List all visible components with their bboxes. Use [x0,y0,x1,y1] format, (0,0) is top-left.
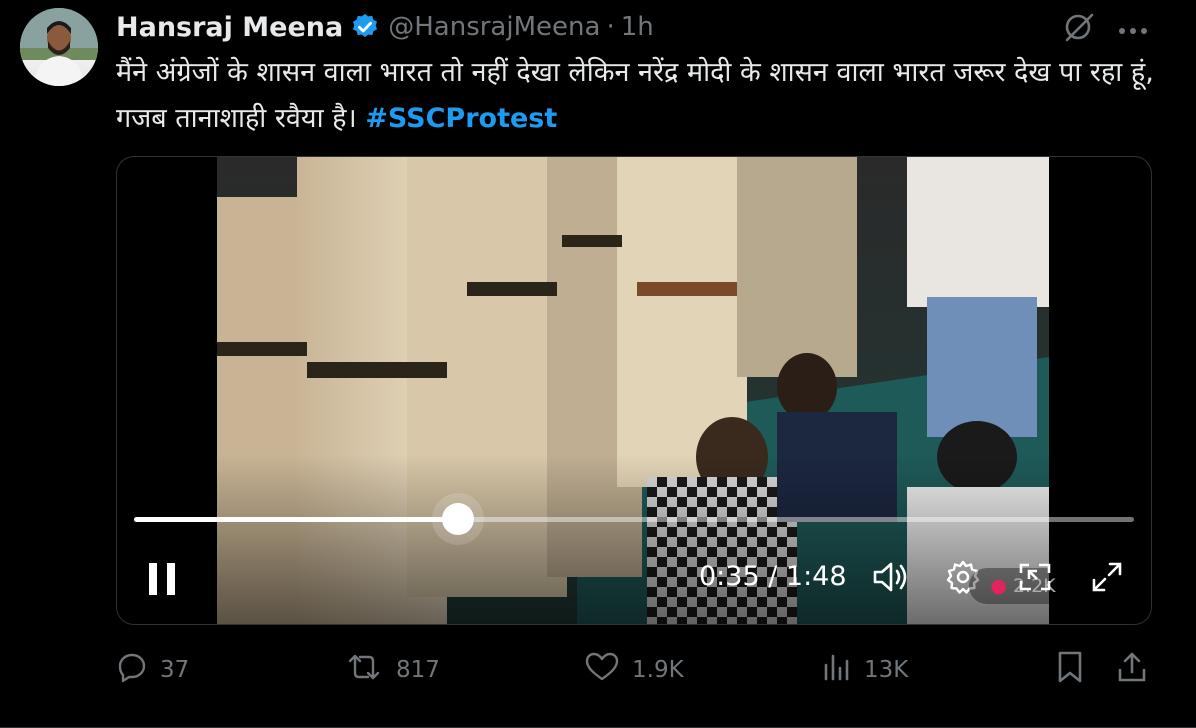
author-handle[interactable]: @HansrajMeena [388,12,600,42]
fullscreen-icon [1090,560,1124,598]
more-icon [1118,20,1148,39]
author-name[interactable]: Hansraj Meena [116,12,343,43]
video-timecode: 0:35 / 1:48 [699,561,847,592]
pause-icon [145,563,181,603]
grok-button[interactable] [1058,8,1100,50]
tweet-text: मैंने अंग्रेजों के शासन वाला भारत तो नही… [116,50,1156,142]
views-count: 13K [864,657,909,683]
volume-icon [872,560,910,598]
share-button[interactable] [1116,648,1148,692]
tweet-body: मैंने अंग्रेजों के शासन वाला भारत तो नही… [116,57,1154,134]
verified-badge-icon [350,12,380,42]
timestamp[interactable]: 1h [621,12,654,42]
fullscreen-button[interactable] [1087,559,1127,599]
reply-button[interactable]: 37 [116,648,189,692]
scrubber-handle[interactable] [442,503,474,535]
live-dot-icon: ● [990,575,1007,597]
pip-button[interactable] [1015,559,1055,599]
avatar[interactable] [20,8,98,86]
like-count: 1.9K [632,657,684,683]
video-scrubber[interactable] [134,503,1134,535]
bookmark-icon [1056,650,1084,690]
scrubber-progress [134,517,458,522]
views-icon [822,651,852,689]
separator-dot: · [606,12,615,42]
grok-icon [1062,10,1096,48]
video-player[interactable]: 0:35 / 1:48 ● 2.2K [116,156,1152,625]
more-button[interactable] [1112,8,1154,50]
like-button[interactable]: 1.9K [584,648,684,692]
volume-button[interactable] [871,559,911,599]
pause-button[interactable] [145,559,181,599]
views-button[interactable]: 13K [822,648,908,692]
share-icon [1116,650,1148,690]
bookmark-button[interactable] [1056,648,1084,692]
reply-icon [116,651,148,689]
repost-icon [344,651,384,689]
tweet-actions: 37 817 1.9K 13K [116,648,1156,692]
hashtag-link[interactable]: #SSCProtest [365,103,557,134]
reply-count: 37 [160,657,190,683]
picture-in-picture-icon [1017,559,1053,599]
repost-count: 817 [396,657,440,683]
repost-button[interactable]: 817 [344,648,440,692]
tweet-header: Hansraj Meena @HansrajMeena · 1h [116,11,654,43]
heart-icon [584,651,620,689]
